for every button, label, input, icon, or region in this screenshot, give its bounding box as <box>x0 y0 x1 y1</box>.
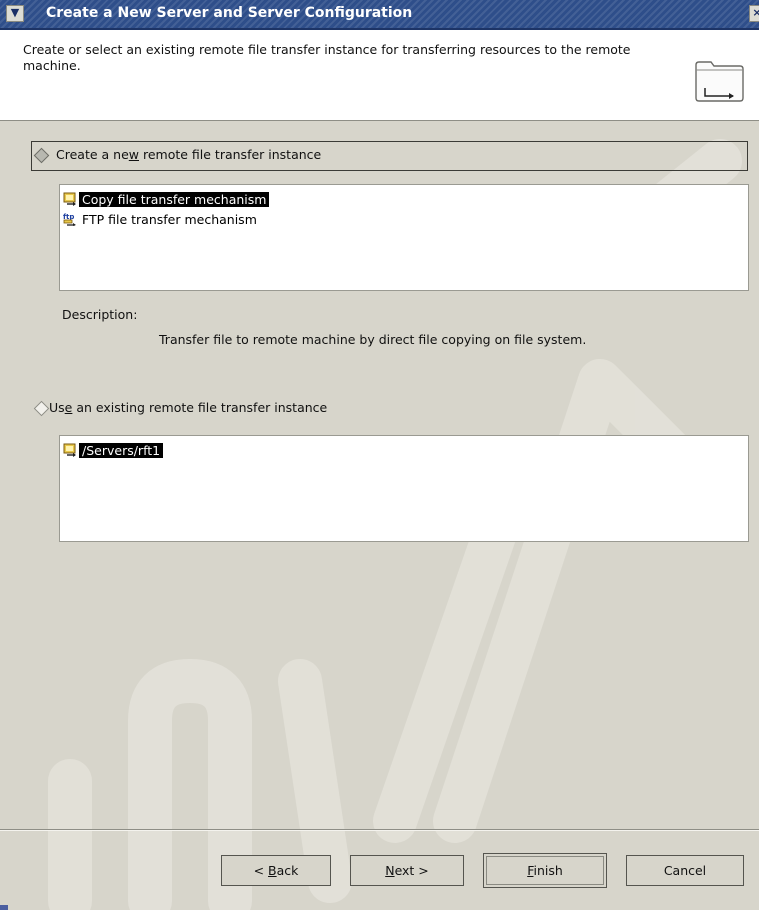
instance-list[interactable]: /Servers/rft1 <box>59 435 749 542</box>
next-button[interactable]: Next > <box>350 855 464 886</box>
create-new-label[interactable]: Create a new remote file transfer instan… <box>56 147 321 162</box>
folder-transfer-icon <box>695 61 744 102</box>
use-existing-label[interactable]: Use an existing remote file transfer ins… <box>49 400 327 415</box>
back-button-label-rest: ack <box>276 863 299 878</box>
header-description: Create or select an existing remote file… <box>23 42 631 73</box>
window-menu-button[interactable]: ▼ <box>6 5 24 22</box>
create-new-mnemonic: w <box>128 147 139 162</box>
ftp-transfer-icon: ftp <box>63 213 76 226</box>
create-new-label-rest: remote file transfer instance <box>139 147 322 162</box>
mechanism-label: FTP file transfer mechanism <box>82 212 257 227</box>
description-text: Transfer file to remote machine by direc… <box>159 332 587 347</box>
window-edge <box>0 905 8 910</box>
title-bar[interactable]: ▼ Create a New Server and Server Configu… <box>0 0 759 30</box>
create-new-label-text: Create a ne <box>56 147 129 162</box>
finish-button[interactable]: Finish <box>483 853 607 888</box>
use-existing-label-rest: an existing remote file transfer instanc… <box>72 400 328 415</box>
back-button-label: < <box>253 863 269 878</box>
description-label: Description: <box>62 307 138 322</box>
mechanism-label: Copy file transfer mechanism <box>79 192 270 207</box>
finish-button-label: inish <box>533 863 563 878</box>
mechanism-list[interactable]: Copy file transfer mechanism ftp FTP fil… <box>59 184 749 291</box>
back-button-mnemonic: B <box>268 863 277 878</box>
next-button-label: ext > <box>394 863 429 878</box>
list-item[interactable]: Copy file transfer mechanism <box>63 190 270 209</box>
button-bar-separator-highlight <box>0 830 759 831</box>
copy-transfer-icon <box>63 192 76 206</box>
chevron-down-icon: ▼ <box>10 6 20 19</box>
use-existing-label-text: Us <box>49 400 65 415</box>
close-icon: × <box>752 6 759 19</box>
next-button-mnemonic: N <box>385 863 395 878</box>
copy-transfer-icon <box>63 443 76 457</box>
window-title: Create a New Server and Server Configura… <box>46 5 413 21</box>
close-button[interactable]: × <box>749 5 759 22</box>
list-item[interactable]: /Servers/rft1 <box>63 441 164 460</box>
wizard-header: Create or select an existing remote file… <box>0 30 759 121</box>
cancel-button-label: Cancel <box>663 863 707 878</box>
list-item[interactable]: ftp FTP file transfer mechanism <box>63 210 260 229</box>
instance-label: /Servers/rft1 <box>79 443 164 458</box>
back-button[interactable]: < Back <box>221 855 331 886</box>
cancel-button[interactable]: Cancel <box>626 855 744 886</box>
